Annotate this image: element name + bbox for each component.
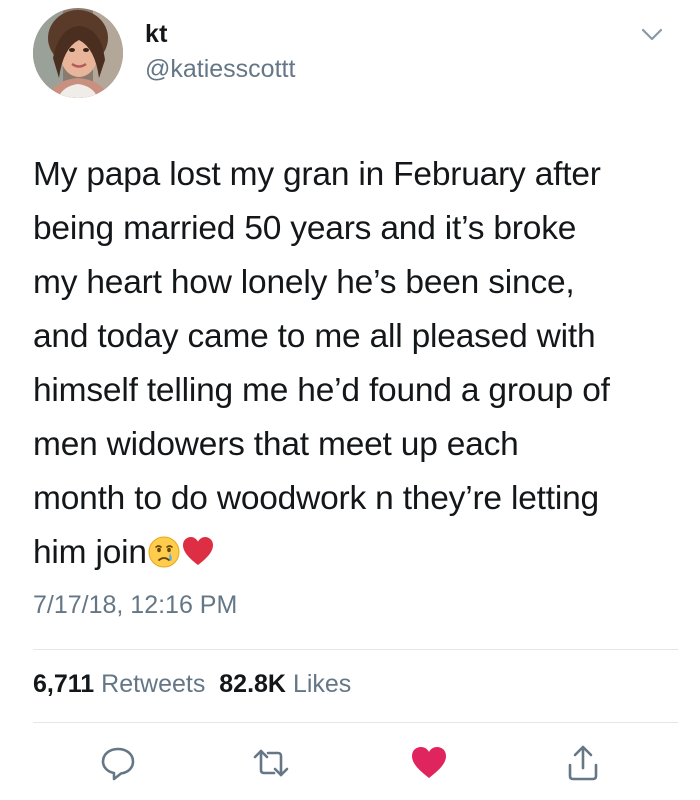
likes-label: Likes bbox=[292, 670, 352, 698]
share-icon bbox=[568, 745, 598, 781]
share-button[interactable] bbox=[563, 743, 603, 783]
retweet-button[interactable] bbox=[251, 743, 291, 783]
tweet-line: being married 50 years and it’s broke bbox=[33, 210, 577, 247]
divider bbox=[33, 649, 678, 650]
user-display-name[interactable]: kt bbox=[145, 20, 168, 49]
divider bbox=[33, 722, 678, 723]
tweet-line: month to do woodwork n they’re letting bbox=[33, 480, 599, 517]
reply-button[interactable] bbox=[98, 743, 138, 783]
like-button[interactable] bbox=[409, 743, 449, 783]
red-heart-icon bbox=[181, 532, 215, 566]
retweet-icon bbox=[253, 749, 289, 777]
retweets-stat[interactable]: 6,711 Retweets bbox=[33, 670, 205, 698]
crying-face-icon bbox=[147, 532, 181, 568]
likes-stat[interactable]: 82.8K Likes bbox=[219, 670, 351, 698]
action-bar bbox=[0, 735, 700, 795]
tweet-line: himself telling me he’d found a group of bbox=[33, 372, 610, 409]
chevron-down-icon[interactable] bbox=[638, 24, 666, 44]
heart-icon bbox=[412, 747, 446, 778]
avatar[interactable] bbox=[33, 8, 123, 98]
tweet-line-last: him join bbox=[33, 526, 673, 580]
tweet-line: men widowers that meet up each bbox=[33, 426, 519, 463]
tweet-stats: 6,711 Retweets 82.8K Likes bbox=[33, 670, 351, 699]
reply-icon bbox=[101, 747, 135, 781]
tweet-text: My papa lost my gran in February after b… bbox=[33, 148, 673, 580]
likes-count: 82.8K bbox=[219, 670, 286, 698]
tweet-line: and today came to me all pleased with bbox=[33, 318, 596, 355]
retweets-label: Retweets bbox=[101, 670, 206, 698]
tweet-line: My papa lost my gran in February after bbox=[33, 156, 601, 193]
tweet-line-text: him join bbox=[33, 534, 147, 571]
tweet-line: my heart how lonely he’s been since, bbox=[33, 264, 575, 301]
user-handle[interactable]: @katiesscottt bbox=[145, 55, 295, 84]
tweet-timestamp[interactable]: 7/17/18, 12:16 PM bbox=[33, 591, 237, 620]
retweets-count: 6,711 bbox=[33, 670, 95, 698]
